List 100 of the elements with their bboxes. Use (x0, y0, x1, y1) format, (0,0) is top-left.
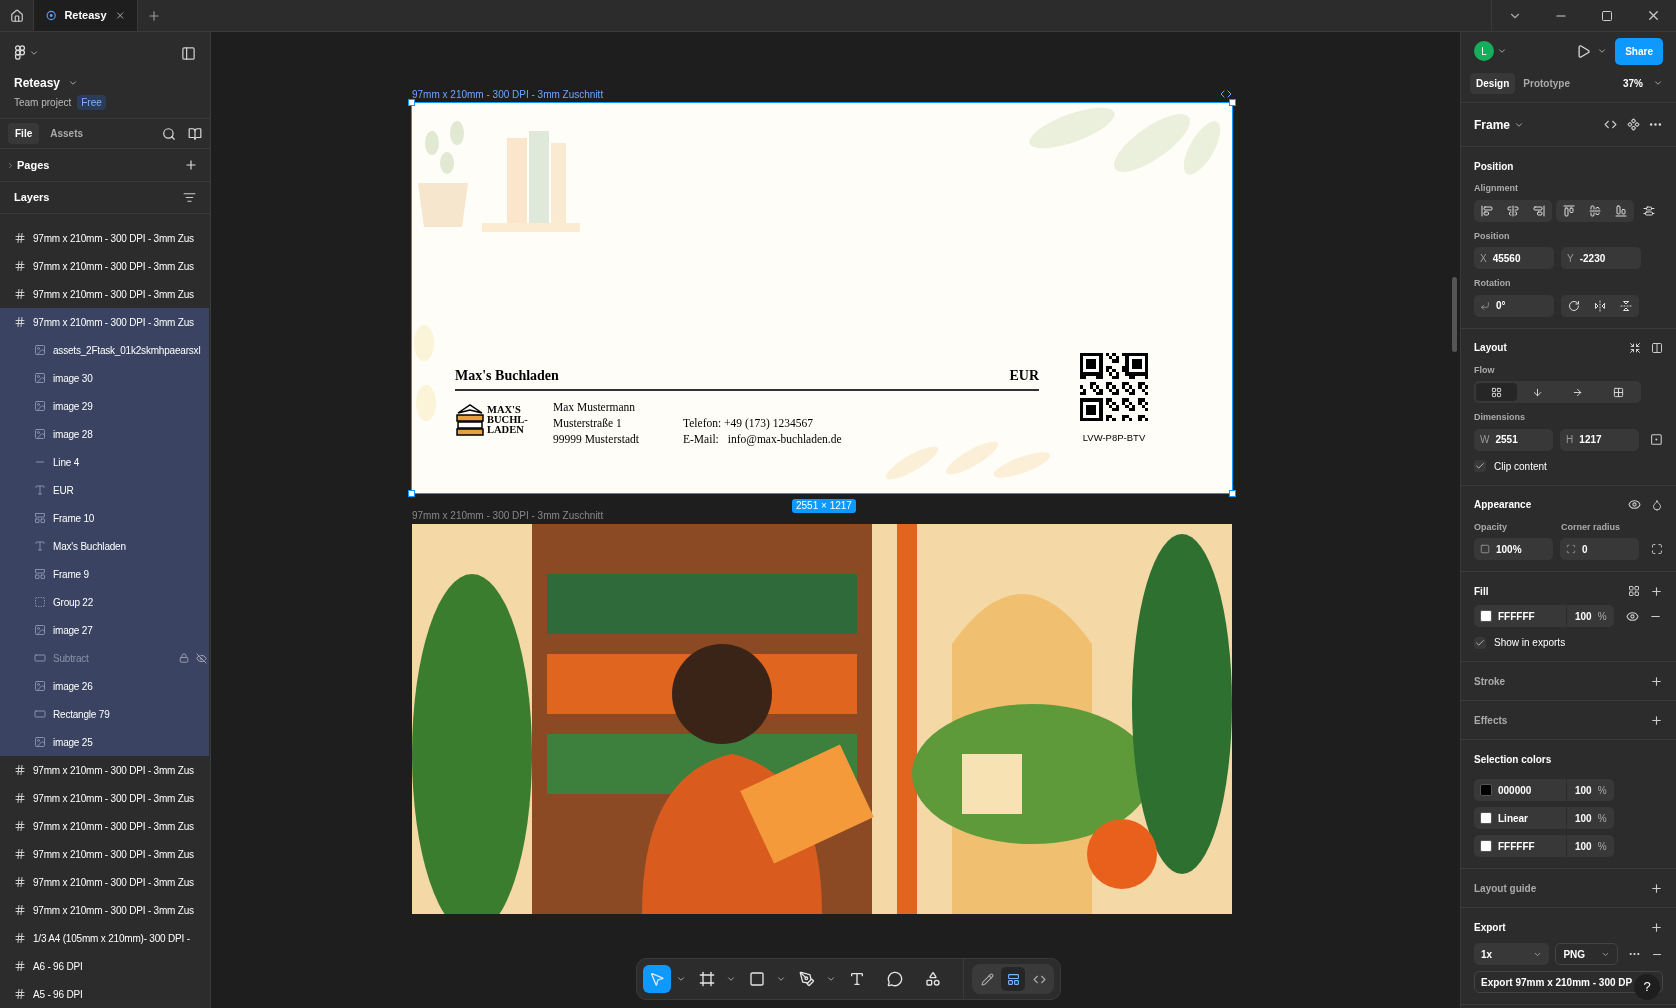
frame-label[interactable]: 97mm x 210mm - 300 DPI - 3mm Zuschnitt (412, 87, 604, 102)
lock-icon[interactable] (179, 653, 189, 663)
layer-item[interactable]: 97mm x 210mm - 300 DPI - 3mm Zus (0, 784, 209, 812)
add-page-icon[interactable] (184, 158, 198, 173)
layout-icon[interactable] (1006, 972, 1020, 986)
chevron-down-icon[interactable] (1597, 46, 1608, 56)
chevron-right-icon[interactable] (6, 160, 15, 170)
frame-icon[interactable] (699, 971, 715, 987)
flip-vertical-icon[interactable] (1620, 299, 1632, 312)
layer-item[interactable]: 97mm x 210mm - 300 DPI - 3mm Zus (0, 896, 209, 924)
color-swatch[interactable] (1480, 610, 1492, 622)
hidden-icon[interactable] (196, 652, 207, 664)
scale-dropdown[interactable]: 1x (1474, 943, 1550, 965)
frame-label[interactable]: 97mm x 210mm - 300 DPI - 3mm Zuschnitt (412, 508, 604, 523)
resize-handle[interactable] (1229, 490, 1236, 497)
layout-mode-button[interactable] (1001, 967, 1025, 991)
layer-item[interactable]: image 27 (0, 616, 209, 644)
add-icon[interactable] (1650, 713, 1663, 727)
resize-handle[interactable] (408, 490, 415, 497)
checkbox-label[interactable]: Clip content (1494, 458, 1547, 474)
text-icon[interactable] (849, 971, 865, 987)
number-field[interactable]: 0° (1474, 294, 1554, 317)
rotate-icon[interactable] (1568, 299, 1580, 312)
comment-icon[interactable] (887, 971, 903, 987)
component-icon[interactable] (1627, 118, 1640, 131)
resize-handle[interactable] (1229, 99, 1236, 106)
layer-item[interactable]: 97mm x 210mm - 300 DPI - 3mm Zus (0, 756, 209, 784)
number-field[interactable]: H 1217 (1560, 428, 1640, 451)
layer-item[interactable]: 97mm x 210mm - 300 DPI - 3mm Zus (0, 252, 209, 280)
document-tab[interactable]: Reteasy (34, 0, 138, 31)
pointer-tool[interactable] (643, 965, 671, 993)
layer-item[interactable]: image 25 (0, 728, 209, 756)
layer-item[interactable]: 97mm x 210mm - 300 DPI - 3mm Zus (0, 224, 209, 252)
layer-item[interactable]: image 30 (0, 364, 209, 392)
layer-item[interactable]: 97mm x 210mm - 300 DPI - 3mm Zus (0, 840, 209, 868)
layer-item[interactable]: image 29 (0, 392, 209, 420)
chevron-down-icon[interactable] (726, 974, 736, 984)
add-icon[interactable] (1650, 881, 1663, 895)
add-icon[interactable] (1650, 674, 1663, 688)
zoom-level[interactable]: 37% (1623, 75, 1643, 91)
plus-icon[interactable] (147, 8, 161, 23)
project-name[interactable]: Reteasy (14, 74, 61, 92)
grid-flow-icon[interactable] (1613, 386, 1625, 398)
flip-horizontal-icon[interactable] (1594, 299, 1606, 312)
checkbox[interactable] (1474, 460, 1486, 472)
pen-icon[interactable] (799, 971, 815, 987)
align-left-icon[interactable] (1481, 204, 1493, 217)
number-field[interactable]: 100% (1474, 538, 1554, 560)
auto-layout-icon[interactable] (1651, 341, 1663, 354)
horizontal-flow-icon[interactable] (1572, 386, 1584, 398)
format-dropdown[interactable]: PNG (1555, 943, 1618, 965)
color-field[interactable]: FFFFFF 100 % (1474, 835, 1614, 857)
align-right-icon[interactable] (1533, 204, 1545, 217)
play-icon[interactable] (1576, 43, 1592, 59)
distribute-icon[interactable] (1643, 204, 1655, 217)
code-icon[interactable] (1220, 88, 1232, 100)
free-layout-icon[interactable] (1490, 386, 1502, 398)
layer-item[interactable]: Max's Buchladen (0, 532, 209, 560)
number-field[interactable]: W 2551 (1474, 428, 1554, 451)
color-field[interactable]: FFFFFF 100 % (1474, 605, 1614, 627)
color-field[interactable]: 000000 100 % (1474, 779, 1614, 801)
layer-item[interactable]: assets_2Ftask_01k2skmhpaearsxl (0, 336, 209, 364)
chevron-down-icon[interactable] (29, 48, 39, 58)
chevron-down-icon[interactable] (826, 974, 836, 984)
panel-tab[interactable]: File (8, 123, 40, 145)
styles-icon[interactable] (1628, 585, 1640, 597)
sidebar-toggle-icon[interactable] (181, 45, 196, 61)
shrink-icon[interactable] (1629, 341, 1641, 354)
resize-handle[interactable] (408, 99, 415, 106)
selection-title[interactable]: Frame (1474, 115, 1511, 134)
layer-item[interactable]: 1/3 A4 (105mm x 210mm)- 300 DPI - (0, 924, 209, 952)
layer-item[interactable]: A5 - 96 DPI (0, 980, 209, 1008)
eye-icon[interactable] (1626, 609, 1639, 623)
align-bottom-icon[interactable] (1615, 204, 1627, 217)
layer-item[interactable]: image 26 (0, 672, 209, 700)
layer-item[interactable]: Line 4 (0, 448, 209, 476)
layer-item[interactable]: EUR (0, 476, 209, 504)
layer-item[interactable]: Rectangle 79 (0, 700, 209, 728)
number-field[interactable]: X 45560 (1474, 247, 1554, 269)
vertical-flow-icon[interactable] (1531, 386, 1543, 398)
panel-tab[interactable]: Design (1470, 72, 1516, 94)
align-top-icon[interactable] (1563, 204, 1575, 217)
close-icon[interactable] (114, 9, 125, 22)
layer-item[interactable]: Frame 10 (0, 504, 209, 532)
chevron-down-icon[interactable] (676, 974, 686, 984)
color-field[interactable]: Linear 100 % (1474, 807, 1614, 829)
number-field[interactable]: 0 (1560, 538, 1640, 560)
square-icon[interactable] (749, 971, 765, 987)
layer-item[interactable]: 97mm x 210mm - 300 DPI - 3mm Zus (0, 868, 209, 896)
chevron-down-icon[interactable] (1653, 78, 1663, 88)
eye-icon[interactable] (1628, 498, 1641, 511)
layer-item[interactable]: Group 22 (0, 588, 209, 616)
panel-tab[interactable]: Prototype (1517, 72, 1576, 94)
add-icon[interactable] (1650, 584, 1663, 598)
collapse-layers-icon[interactable] (183, 190, 196, 204)
logo-icon[interactable] (14, 45, 26, 61)
color-swatch[interactable] (1480, 812, 1492, 824)
code-icon[interactable] (1604, 118, 1617, 131)
align-center-icon[interactable] (1507, 204, 1519, 217)
pages-label[interactable]: Pages (17, 156, 50, 174)
